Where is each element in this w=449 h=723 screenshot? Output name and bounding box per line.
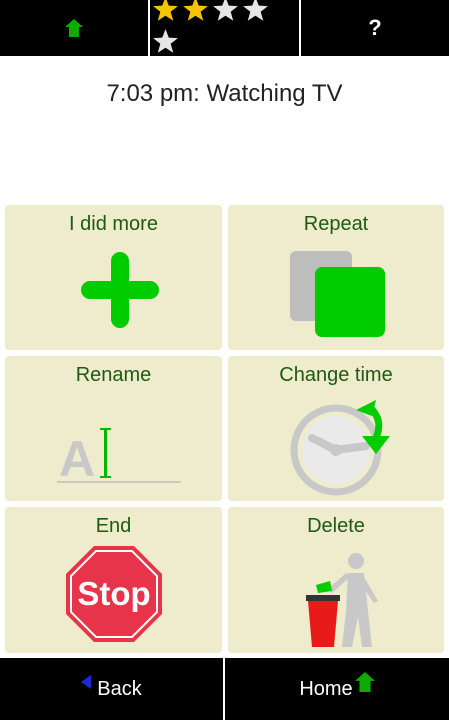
home-nav-button[interactable]: Home [225, 658, 449, 720]
delete-button[interactable]: Delete [228, 507, 444, 653]
home-arrow-icon [354, 672, 375, 692]
change-time-label: Change time [279, 364, 393, 386]
did-more-button[interactable]: I did more [5, 205, 222, 350]
star-empty-icon[interactable] [242, 0, 269, 23]
did-more-label: I did more [69, 213, 158, 235]
stop-sign-icon: Stop [66, 546, 162, 642]
rating-stars[interactable] [150, 0, 299, 56]
change-time-button[interactable]: Change time [228, 356, 444, 501]
stop-sign-text: Stop [77, 575, 150, 612]
trash-bin-icon [306, 553, 378, 647]
end-label: End [95, 515, 132, 537]
end-button[interactable]: End Stop [5, 507, 222, 653]
back-label: Back [97, 677, 142, 700]
home-label: Home [299, 677, 353, 700]
star-empty-icon[interactable] [212, 0, 239, 23]
rename-button[interactable]: Rename A [5, 356, 222, 501]
plus-icon [81, 252, 159, 328]
star-filled-icon[interactable] [152, 0, 179, 23]
activity-status: 7:03 pm: Watching TV [106, 80, 343, 107]
repeat-button[interactable]: Repeat [228, 205, 444, 350]
delete-label: Delete [307, 515, 365, 537]
star-empty-icon[interactable] [152, 28, 179, 55]
home-button[interactable] [0, 0, 148, 56]
star-filled-icon[interactable] [182, 0, 209, 23]
clock-arrow-icon [290, 400, 390, 496]
help-button[interactable]: ? [301, 0, 449, 56]
back-button[interactable]: Back [0, 658, 223, 720]
rename-glyph: A [59, 431, 95, 486]
copy-squares-icon [290, 251, 385, 337]
star-rating [150, 0, 299, 60]
top-bar: ? [0, 0, 449, 56]
rename-label: Rename [75, 364, 152, 386]
text-cursor-icon: A [57, 428, 181, 486]
bottom-bar: Back Home [0, 658, 449, 723]
help-label: ? [368, 15, 382, 40]
repeat-label: Repeat [303, 213, 369, 235]
back-arrow-icon [81, 675, 92, 689]
home-arrow-icon [65, 19, 83, 37]
